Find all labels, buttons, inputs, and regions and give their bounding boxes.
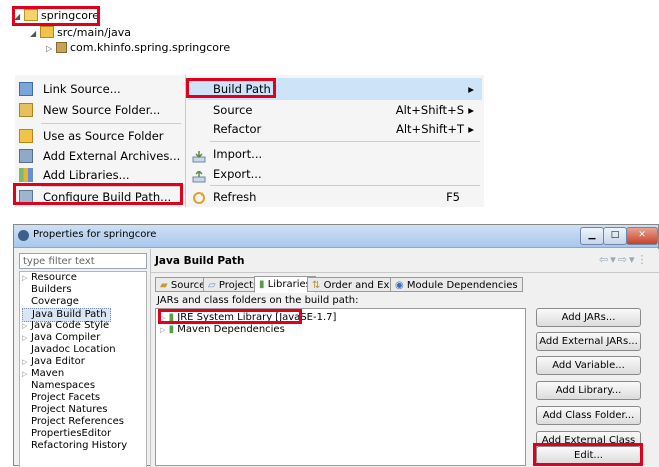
menu-item-import[interactable]: Import... — [188, 143, 482, 165]
jar-icon — [19, 149, 33, 163]
tree-folder-label: src/main/java — [57, 26, 132, 39]
add-variable-button[interactable]: Add Variable... — [536, 356, 641, 375]
highlight-edit-button — [533, 443, 643, 466]
highlight-project — [12, 6, 100, 26]
add-class-folder-button[interactable]: Add Class Folder... — [536, 406, 641, 425]
nav-item-javadoc-location[interactable]: Javadoc Location — [22, 344, 116, 356]
page-title: Java Build Path — [155, 255, 245, 267]
nav-item-java-compiler[interactable]: ▷ Java Compiler — [22, 332, 100, 344]
tab-source[interactable]: ▰ Source — [155, 277, 211, 292]
nav-item-resource[interactable]: ▷ Resource — [22, 272, 77, 284]
menu-separator — [41, 123, 181, 124]
nav-item-project-natures[interactable]: Project Natures — [22, 404, 108, 416]
nav-item-project-facets[interactable]: Project Facets — [22, 392, 100, 404]
filter-input[interactable]: type filter text — [19, 253, 147, 269]
expand-arrow-icon[interactable]: ▷ — [160, 326, 165, 334]
history-nav-icons[interactable]: ⇦▾⇨▾⋮ — [599, 253, 649, 266]
source-tab-icon: ▰ — [160, 280, 168, 291]
maximize-icon: □ — [610, 230, 620, 240]
list-item-maven-dependencies[interactable]: ▷ ▮ Maven Dependencies — [160, 324, 285, 336]
close-icon: ✕ — [638, 230, 646, 240]
refresh-icon — [192, 190, 206, 204]
nav-item-namespaces[interactable]: Namespaces — [22, 380, 95, 392]
add-external-jars-button[interactable]: Add External JARs... — [536, 332, 641, 351]
tree-package-label: com.khinfo.spring.springcore — [70, 41, 231, 54]
shortcut-label: Alt+Shift+T — [395, 122, 464, 136]
eclipse-icon — [18, 230, 29, 241]
minimize-icon: ▁ — [588, 230, 596, 240]
libraries-tab-icon: ▮ — [259, 279, 265, 290]
menu-item-export[interactable]: Export... — [188, 163, 482, 185]
menu-item-refresh[interactable]: Refresh F5 — [188, 186, 482, 208]
package-icon — [56, 42, 67, 53]
highlight-build-path — [186, 78, 276, 98]
dialog-title: Properties for springcore — [33, 229, 157, 240]
nav-item-maven[interactable]: ▷ Maven — [22, 368, 64, 380]
link-source-icon — [19, 82, 33, 96]
order-export-tab-icon: ⇅ — [312, 280, 321, 291]
nav-item-project-references[interactable]: Project References — [22, 416, 124, 428]
submenu-arrow-icon: ▸ — [468, 82, 474, 96]
menu-item-link-source[interactable]: Link Source... — [15, 78, 185, 100]
nav-item-properties-editor[interactable]: PropertiesEditor — [22, 428, 111, 440]
source-folder-icon — [19, 129, 33, 143]
maximize-button[interactable]: □ — [603, 227, 627, 245]
shortcut-label: F5 — [446, 190, 460, 204]
menu-item-refactor[interactable]: Refactor Alt+Shift+T ▸ — [188, 118, 482, 140]
submenu-arrow-icon: ▸ — [468, 122, 474, 136]
expand-arrow-icon[interactable]: ▷ — [22, 332, 27, 344]
menu-separator — [210, 141, 480, 142]
highlight-jre-system-library — [158, 309, 302, 324]
list-caption: JARs and class folders on the build path… — [157, 295, 359, 306]
library-icon — [19, 168, 33, 182]
menu-item-use-as-source-folder[interactable]: Use as Source Folder — [15, 125, 185, 147]
tab-module-dependencies[interactable]: ◉ Module Dependencies — [390, 277, 523, 292]
nav-item-java-editor[interactable]: ▷ Java Editor — [22, 356, 85, 368]
minimize-button[interactable]: ▁ — [580, 227, 604, 245]
expand-arrow-icon[interactable]: ▷ — [22, 320, 27, 332]
nav-item-coverage[interactable]: Coverage — [22, 296, 79, 308]
export-icon — [192, 168, 206, 183]
projects-tab-icon: ▱ — [208, 280, 216, 291]
expand-arrow-icon[interactable]: ◢ — [30, 26, 40, 42]
add-library-button[interactable]: Add Library... — [536, 381, 641, 400]
library-icon: ▮ — [168, 324, 175, 335]
library-list[interactable]: ▷ ▮ JRE System Library [JavaSE-1.7] ▷ ▮ … — [155, 308, 526, 466]
expand-arrow-icon[interactable]: ▷ — [22, 272, 27, 284]
close-button[interactable]: ✕ — [626, 227, 658, 245]
expand-arrow-icon[interactable]: ▷ — [22, 368, 27, 380]
nav-item-java-code-style[interactable]: ▷ Java Code Style — [22, 320, 109, 332]
title-separator — [151, 272, 659, 273]
source-folder-icon — [40, 26, 54, 38]
module-dependencies-tab-icon: ◉ — [395, 280, 404, 291]
nav-item-builders[interactable]: Builders — [22, 284, 72, 296]
collapse-arrow-icon[interactable]: ▷ — [46, 41, 56, 57]
highlight-configure-build-path — [13, 183, 183, 205]
dialog-titlebar[interactable]: Properties for springcore ▁ □ ✕ — [14, 225, 658, 248]
new-source-folder-icon — [19, 103, 33, 117]
menu-item-new-source-folder[interactable]: New Source Folder... — [15, 99, 185, 121]
tree-package-row[interactable]: ▷ com.khinfo.spring.springcore — [46, 40, 230, 56]
add-jars-button[interactable]: Add JARs... — [536, 308, 641, 327]
expand-arrow-icon[interactable]: ▷ — [22, 356, 27, 368]
import-icon — [192, 148, 206, 163]
tree-folder-row[interactable]: ◢ src/main/java — [30, 25, 131, 41]
nav-item-refactoring-history[interactable]: Refactoring History — [22, 440, 127, 452]
